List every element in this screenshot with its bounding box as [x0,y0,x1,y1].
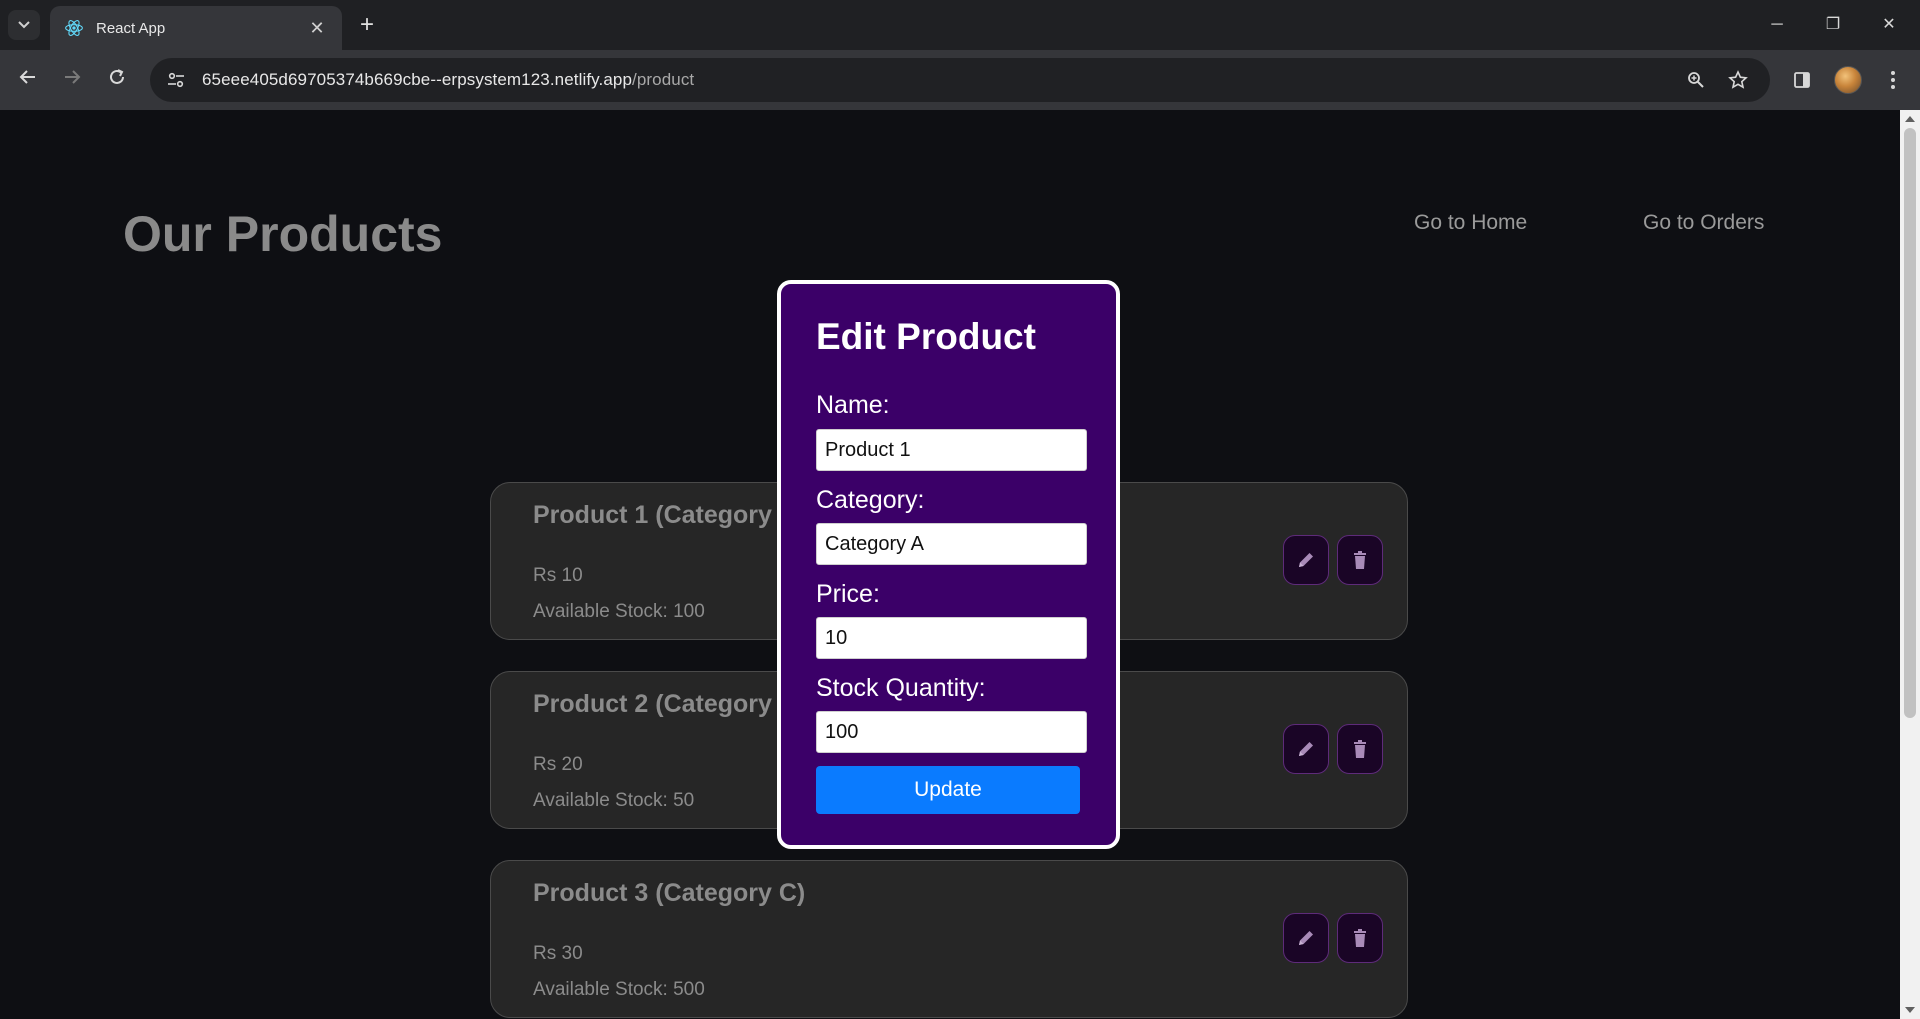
address-bar[interactable]: 65eee405d69705374b669cbe--erpsystem123.n… [150,58,1770,102]
restore-icon[interactable]: ❐ [1810,10,1856,40]
category-field[interactable] [816,523,1087,565]
back-button[interactable] [12,64,44,96]
product-title: Product 3 (Category C) [533,879,806,907]
edit-product-modal: Edit Product Name: Category: Price: Stoc… [777,280,1120,849]
new-tab-button[interactable]: + [352,10,382,40]
page-title: Our Products [123,206,443,262]
reload-icon [110,69,124,84]
profile-avatar[interactable] [1834,66,1862,94]
pencil-icon [1299,742,1313,756]
browser-toolbar: 65eee405d69705374b669cbe--erpsystem123.n… [0,50,1920,110]
tab-search-button[interactable] [8,10,40,40]
url-host: 65eee405d69705374b669cbe--erpsystem123.n… [202,70,633,89]
trash-icon [1354,929,1366,947]
side-panel-icon[interactable] [1786,64,1818,96]
scroll-up-arrow-icon[interactable] [1905,116,1915,122]
delete-button[interactable] [1337,535,1383,585]
name-label: Name: [816,391,890,419]
price-label: Price: [816,580,880,608]
more-menu-icon[interactable] [1877,64,1909,96]
tab-title: React App [96,19,166,37]
browser-tab[interactable]: React App ✕ [50,6,342,50]
product-card: Product 3 (Category C) Rs 30 Available S… [490,860,1408,1018]
scroll-down-arrow-icon[interactable] [1905,1007,1915,1013]
product-price: Rs 20 [533,754,583,775]
pencil-icon [1299,931,1313,945]
minimize-icon[interactable]: ─ [1754,10,1800,40]
stock-quantity-label: Stock Quantity: [816,674,986,702]
url-text: 65eee405d69705374b669cbe--erpsystem123.n… [202,70,1670,90]
update-button[interactable]: Update [816,766,1080,814]
trash-icon [1354,551,1366,569]
scrollbar-thumb[interactable] [1904,128,1916,718]
forward-button[interactable] [56,64,88,96]
bookmark-star-icon[interactable] [1722,64,1754,96]
edit-button[interactable] [1283,724,1329,774]
stock-quantity-field[interactable] [816,711,1087,753]
browser-tab-strip: React App ✕ + ─ ❐ ✕ [0,0,1920,50]
reload-button[interactable] [101,64,133,96]
tab-close-icon[interactable]: ✕ [306,18,328,39]
price-field[interactable] [816,617,1087,659]
arrow-right-icon [65,70,81,84]
delete-button[interactable] [1337,724,1383,774]
edit-button[interactable] [1283,535,1329,585]
pencil-icon [1299,553,1313,567]
go-to-home-link[interactable]: Go to Home [1414,211,1527,235]
product-stock: Available Stock: 50 [533,790,695,811]
site-info-icon[interactable] [164,68,188,92]
product-title: Product 2 (Category [533,690,772,718]
zoom-icon[interactable] [1680,64,1712,96]
trash-icon [1354,740,1366,758]
close-window-icon[interactable]: ✕ [1866,10,1912,40]
name-field[interactable] [816,429,1087,471]
product-price: Rs 30 [533,943,583,964]
category-label: Category: [816,486,925,514]
page-scrollbar[interactable] [1900,110,1920,1019]
react-logo-icon [65,20,83,36]
chevron-down-icon [18,21,30,29]
product-stock: Available Stock: 100 [533,601,705,622]
delete-button[interactable] [1337,913,1383,963]
modal-title: Edit Product [816,316,1036,357]
url-path: /product [632,70,695,89]
product-stock: Available Stock: 500 [533,979,705,1000]
product-title: Product 1 (Category [533,501,772,529]
arrow-left-icon [19,70,35,84]
edit-button[interactable] [1283,913,1329,963]
product-price: Rs 10 [533,565,583,586]
go-to-orders-link[interactable]: Go to Orders [1643,211,1764,235]
